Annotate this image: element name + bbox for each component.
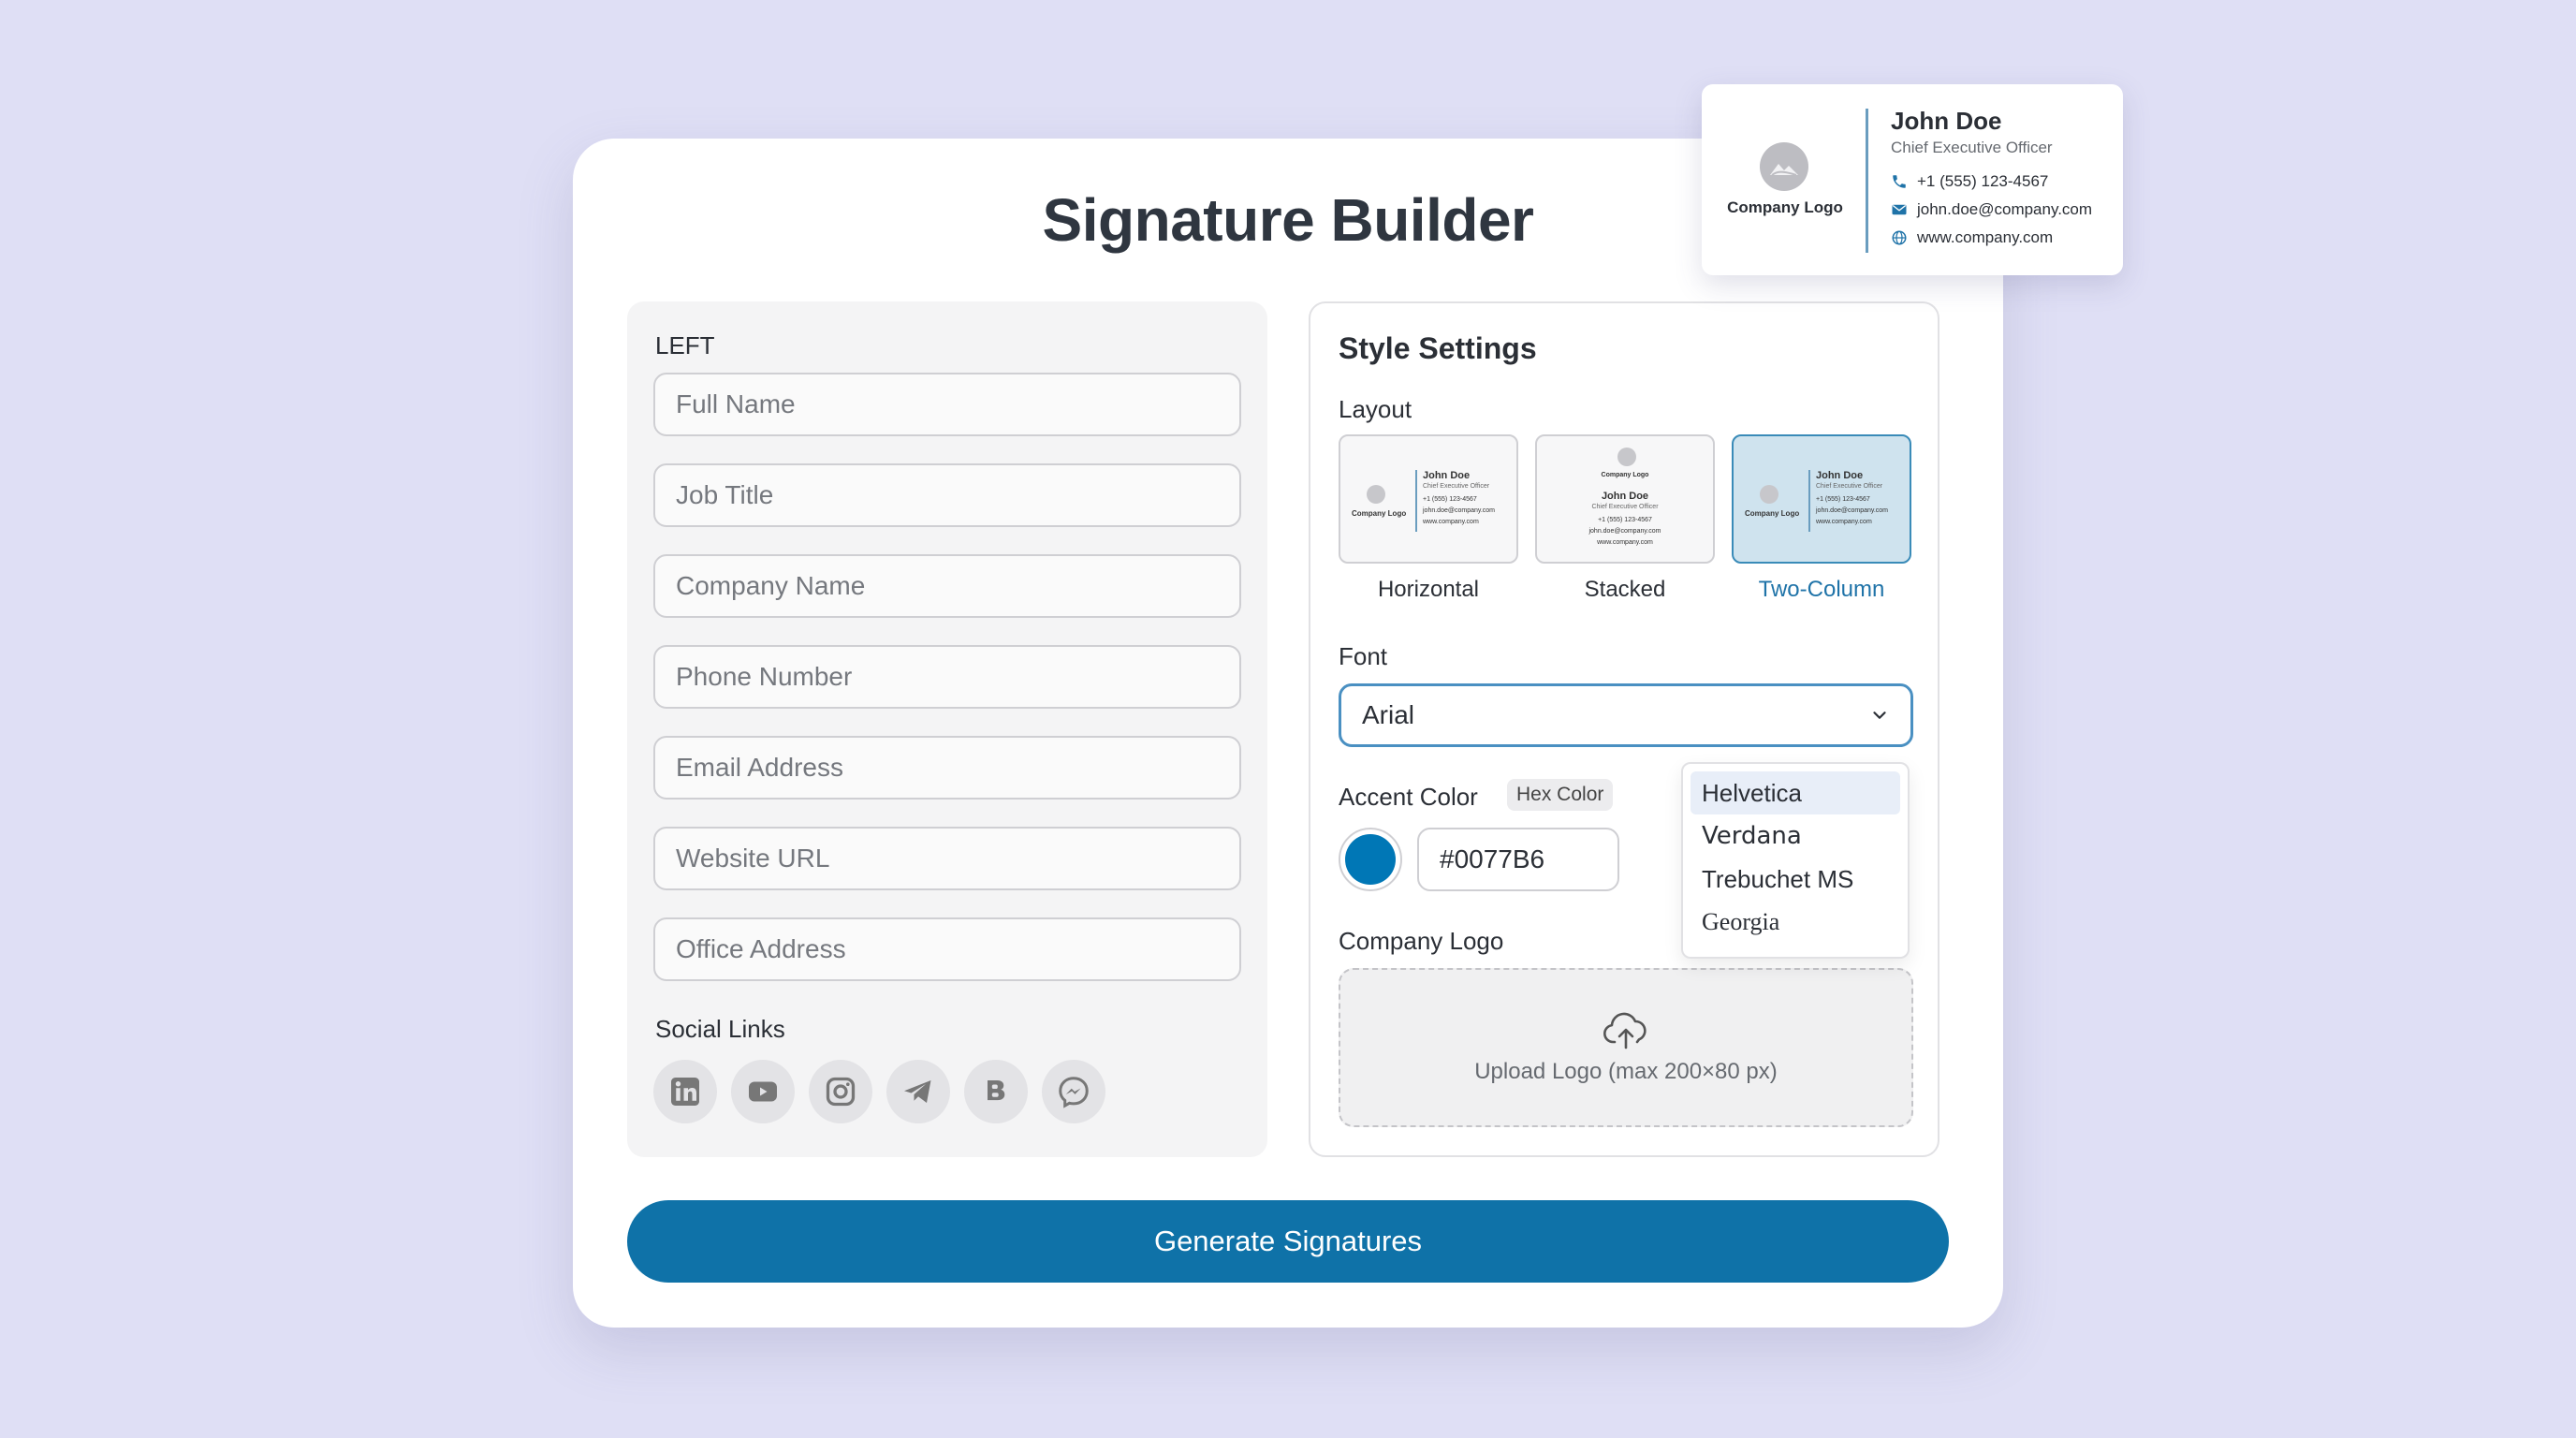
font-option-georgia[interactable]: Georgia (1690, 901, 1900, 944)
style-settings-title: Style Settings (1339, 331, 1537, 365)
phone-number-field[interactable] (653, 645, 1241, 709)
layout-thumbnail-two-column: Company Logo John Doe Chief Executive Of… (1732, 434, 1911, 564)
mail-icon (1892, 204, 1907, 215)
accent-color-label: Accent Color (1339, 783, 1478, 811)
instagram-icon (826, 1077, 856, 1107)
thumb-email: john.doe@company.com (1423, 507, 1496, 514)
layout-label: Layout (1339, 395, 1412, 423)
thumb-web: www.company.com (1423, 519, 1479, 525)
preview-email-line: john.doe@company.com (1891, 200, 2092, 219)
instagram-button[interactable] (809, 1060, 872, 1123)
preview-phone-line: +1 (555) 123-4567 (1891, 172, 2048, 191)
accent-color-dot (1345, 834, 1396, 885)
thumb-title: Chief Executive Officer (1423, 483, 1490, 490)
messenger-button[interactable] (1042, 1060, 1105, 1123)
job-title-field[interactable] (653, 463, 1241, 527)
preview-name: John Doe (1891, 107, 2002, 135)
chevron-down-icon (1873, 712, 1886, 719)
accent-hex-input[interactable] (1417, 828, 1619, 891)
thumb-logo-text: Company Logo (1745, 509, 1800, 518)
preview-logo-text: Company Logo (1727, 198, 1843, 216)
accent-color-swatch[interactable] (1339, 828, 1402, 891)
phone-icon (1893, 175, 1906, 188)
website-url-field[interactable] (653, 827, 1241, 890)
thumb-title: Chief Executive Officer (1816, 483, 1883, 490)
font-label: Font (1339, 642, 1388, 670)
full-name-field[interactable] (653, 373, 1241, 436)
font-option-verdana[interactable]: Verdana (1690, 814, 1900, 858)
thumb-phone: +1 (555) 123-4567 (1816, 496, 1870, 503)
messenger-icon (1059, 1077, 1089, 1108)
font-option-trebuchet[interactable]: Trebuchet MS (1690, 858, 1900, 901)
thumb-name: John Doe (1601, 491, 1649, 502)
upload-logo-text: Upload Logo (max 200×80 px) (1474, 1059, 1778, 1084)
thumb-logo-icon (1617, 448, 1636, 466)
linkedin-icon (671, 1078, 699, 1106)
thumb-logo-text: Company Logo (1601, 472, 1649, 478)
youtube-icon (749, 1081, 777, 1102)
preview-website: www.company.com (1917, 228, 2054, 246)
logo-upload-dropzone[interactable]: Upload Logo (max 200×80 px) (1339, 968, 1913, 1127)
font-dropdown-menu: Helvetica Verdana Trebuchet MS Georgia (1681, 762, 1910, 959)
telegram-button[interactable] (886, 1060, 950, 1123)
thumb-email: john.doe@company.com (1588, 528, 1661, 535)
layout-name-stacked: Stacked (1584, 577, 1666, 602)
preview-website-line: www.company.com (1891, 228, 2053, 247)
layout-option-horizontal[interactable]: Company Logo John Doe Chief Executive Of… (1339, 434, 1518, 603)
thumb-phone: +1 (555) 123-4567 (1423, 496, 1477, 503)
left-section-label: LEFT (655, 331, 715, 360)
company-logo-icon (1760, 142, 1808, 191)
thumb-email: john.doe@company.com (1816, 507, 1889, 514)
layout-thumbnail-stacked: Company Logo John Doe Chief Executive Of… (1535, 434, 1715, 564)
thumb-logo-icon (1760, 485, 1778, 504)
preview-phone: +1 (555) 123-4567 (1917, 172, 2049, 190)
layout-option-stacked[interactable]: Company Logo John Doe Chief Executive Of… (1535, 434, 1715, 603)
thumb-logo-icon (1367, 485, 1385, 504)
thumb-name: John Doe (1423, 470, 1471, 481)
youtube-button[interactable] (731, 1060, 795, 1123)
office-address-field[interactable] (653, 917, 1241, 981)
behance-icon (988, 1080, 1005, 1101)
signature-preview-card: Company Logo John Doe Chief Executive Of… (1702, 84, 2123, 275)
linkedin-button[interactable] (653, 1060, 717, 1123)
font-option-helvetica[interactable]: Helvetica (1690, 771, 1900, 814)
thumb-web: www.company.com (1816, 519, 1872, 525)
layout-thumbnail-horizontal: Company Logo John Doe Chief Executive Of… (1339, 434, 1518, 564)
thumb-title: Chief Executive Officer (1591, 504, 1659, 510)
company-logo-label: Company Logo (1339, 927, 1504, 955)
generate-signatures-button[interactable]: Generate Signatures (627, 1200, 1949, 1283)
thumb-logo-text: Company Logo (1352, 509, 1407, 518)
thumb-web: www.company.com (1597, 539, 1653, 546)
cloud-upload-icon (1603, 1012, 1647, 1049)
telegram-icon (904, 1080, 931, 1103)
thumb-phone: +1 (555) 123-4567 (1598, 517, 1652, 523)
behance-button[interactable] (964, 1060, 1028, 1123)
globe-icon (1892, 230, 1907, 245)
email-address-field[interactable] (653, 736, 1241, 800)
layout-name-two-column: Two-Column (1758, 577, 1885, 602)
layout-option-two-column[interactable]: Company Logo John Doe Chief Executive Of… (1732, 434, 1911, 603)
hex-color-badge: Hex Color (1507, 779, 1614, 811)
social-links-row (653, 1060, 1105, 1123)
layout-name-horizontal: Horizontal (1377, 577, 1480, 602)
style-settings-panel: Style Settings Layout Company Logo John … (1309, 301, 1939, 1157)
font-select-value: Arial (1362, 700, 1415, 729)
social-links-label: Social Links (655, 1015, 785, 1043)
font-select[interactable]: Arial (1339, 683, 1913, 747)
signature-builder-card: Signature Builder LEFT Social Links (573, 139, 2003, 1328)
contact-details-panel: LEFT Social Links (627, 301, 1267, 1157)
preview-email: john.doe@company.com (1917, 200, 2093, 218)
preview-divider (1866, 109, 1868, 253)
company-name-field[interactable] (653, 554, 1241, 618)
preview-job-title: Chief Executive Officer (1891, 139, 2053, 156)
thumb-name: John Doe (1816, 470, 1864, 481)
